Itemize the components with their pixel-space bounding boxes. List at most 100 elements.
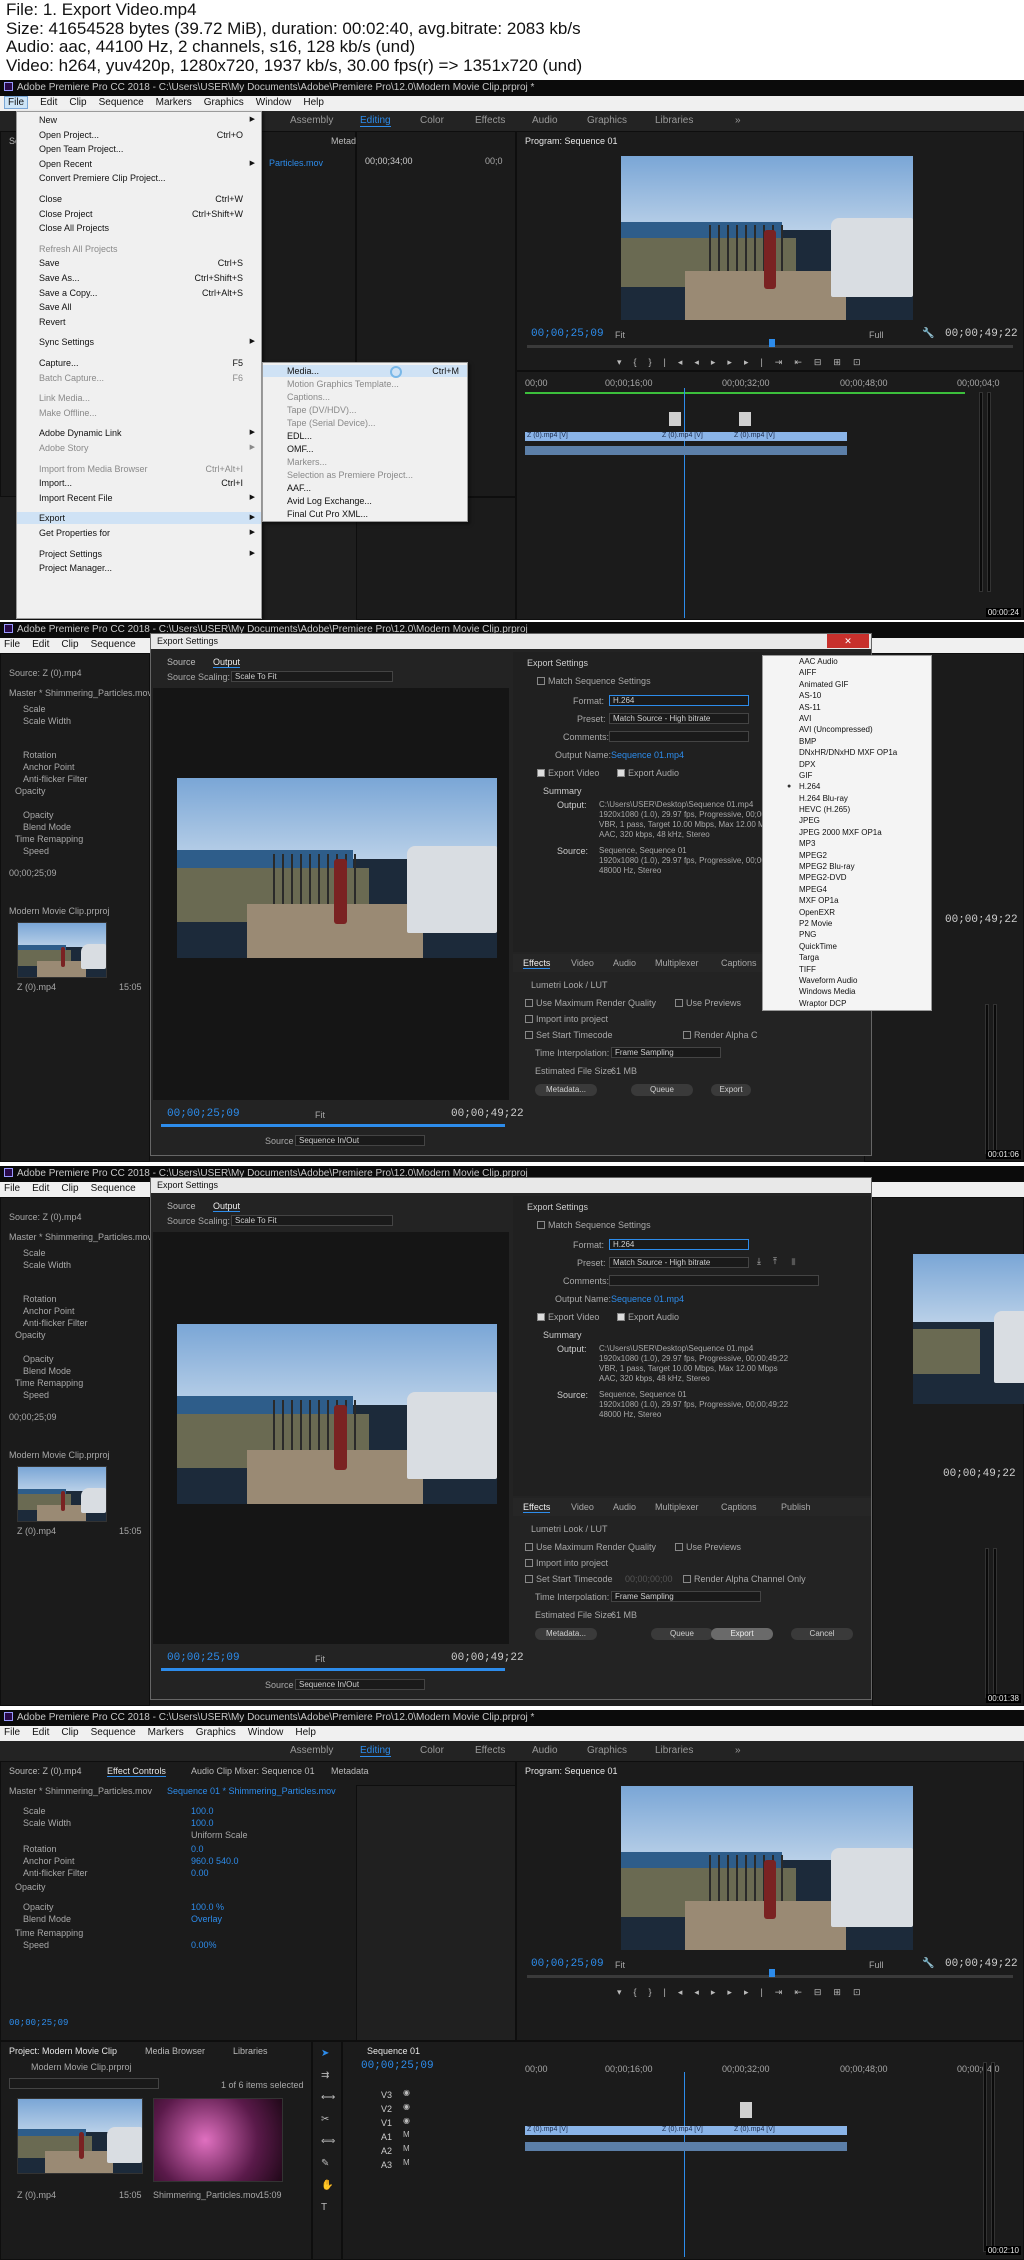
- workspace-audio[interactable]: Audio: [532, 115, 558, 126]
- tab-source[interactable]: Source: [167, 1201, 196, 1211]
- use-previews-checkbox[interactable]: Use Previews: [675, 1542, 741, 1552]
- program-current-timecode[interactable]: 00;00;25;09: [531, 1958, 604, 1970]
- format-option[interactable]: Targa: [781, 952, 931, 963]
- file-menu-item[interactable]: Close Ctrl+W: [17, 193, 261, 205]
- export-menu-item[interactable]: Avid Log Exchange...: [263, 495, 467, 507]
- tab-multiplexer[interactable]: Multiplexer: [655, 958, 699, 968]
- file-menu-item[interactable]: Close All Projects: [17, 222, 261, 234]
- file-menu-item[interactable]: Refresh All Projects: [17, 243, 261, 255]
- render-alpha-checkbox[interactable]: Render Alpha C: [683, 1030, 758, 1040]
- export-fit-select[interactable]: Fit: [315, 1110, 325, 1120]
- menu-window[interactable]: Window: [248, 1727, 284, 1738]
- export-menu-item[interactable]: EDL...: [263, 430, 467, 442]
- workspace-assembly[interactable]: Assembly: [290, 115, 333, 126]
- menu-sequence[interactable]: Sequence: [91, 1727, 136, 1738]
- file-menu-item[interactable]: Import... Ctrl+I: [17, 477, 261, 489]
- export-menu-item[interactable]: Tape (DV/HDV)...: [263, 404, 467, 416]
- render-alpha-checkbox[interactable]: Render Alpha Channel Only: [683, 1574, 806, 1584]
- bg-thumbnail[interactable]: [17, 1466, 107, 1522]
- format-option[interactable]: JPEG: [781, 815, 931, 826]
- import-preset-icon[interactable]: ⤒: [773, 1256, 777, 1267]
- transport-controls[interactable]: ▾{}|◂◂▸▸▸|⇥⇤⊟⊞⊡: [617, 1987, 917, 1999]
- program-resolution-select[interactable]: Full: [869, 1960, 884, 1970]
- menu-clip[interactable]: Clip: [61, 639, 78, 650]
- wrench-icon[interactable]: 🔧: [922, 1958, 934, 1969]
- source-tab[interactable]: Source: Z (0).mp4: [9, 1766, 82, 1776]
- format-option[interactable]: MPEG4: [781, 884, 931, 895]
- export-button[interactable]: Export: [711, 1084, 751, 1096]
- format-select[interactable]: H.264: [609, 695, 749, 706]
- type-tool-icon[interactable]: T: [321, 2202, 327, 2213]
- tab-output[interactable]: Output: [213, 1201, 241, 1212]
- menu-window[interactable]: Window: [256, 97, 292, 108]
- export-video-checkbox[interactable]: Export Video: [537, 768, 599, 778]
- export-menu-item[interactable]: OMF...: [263, 443, 467, 455]
- export-audio-checkbox[interactable]: Export Audio: [617, 1312, 679, 1322]
- file-menu-item[interactable]: Open Project... Ctrl+O: [17, 129, 261, 141]
- sequence-clip-label[interactable]: Sequence 01 * Shimmering_Particles.mov: [167, 1786, 336, 1796]
- menu-edit[interactable]: Edit: [32, 1183, 49, 1194]
- tab-video[interactable]: Video: [571, 1502, 594, 1512]
- menu-edit[interactable]: Edit: [32, 1727, 49, 1738]
- import-into-project-checkbox[interactable]: Import into project: [525, 1558, 608, 1568]
- file-menu-item[interactable]: Import Recent File ▶: [17, 492, 261, 504]
- format-option[interactable]: PNG: [781, 929, 931, 940]
- format-option[interactable]: AVI: [781, 713, 931, 724]
- tab-video[interactable]: Video: [571, 958, 594, 968]
- queue-button[interactable]: Queue: [631, 1084, 693, 1096]
- use-max-render-checkbox[interactable]: Use Maximum Render Quality: [525, 998, 656, 1008]
- export-menu-item[interactable]: Tape (Serial Device)...: [263, 417, 467, 429]
- workspace-color[interactable]: Color: [420, 115, 444, 126]
- workspace-assembly[interactable]: Assembly: [290, 1745, 333, 1756]
- output-name-link[interactable]: Sequence 01.mp4: [611, 750, 684, 760]
- tab-effects[interactable]: Effects: [523, 958, 551, 969]
- video-clip-2[interactable]: Z (0).mp4 [V]: [660, 2126, 732, 2135]
- menu-sequence[interactable]: Sequence: [99, 97, 144, 108]
- lumetri-section[interactable]: Lumetri Look / LUT: [531, 1524, 608, 1534]
- menu-sequence[interactable]: Sequence: [91, 639, 136, 650]
- lumetri-section[interactable]: Lumetri Look / LUT: [531, 980, 608, 990]
- workspace-effects[interactable]: Effects: [475, 115, 505, 126]
- format-option[interactable]: Animated GIF: [781, 679, 931, 690]
- transport-controls[interactable]: ▾{}|◂◂▸▸▸|⇥⇤⊟⊞⊡: [617, 357, 917, 369]
- project-item-thumb-2[interactable]: [153, 2098, 283, 2182]
- project-item-thumb-1[interactable]: [17, 2098, 143, 2174]
- set-start-timecode-checkbox[interactable]: Set Start Timecode: [525, 1030, 613, 1040]
- match-sequence-checkbox[interactable]: Match Sequence Settings: [537, 1220, 651, 1230]
- menu-edit[interactable]: Edit: [40, 97, 57, 108]
- menu-sequence[interactable]: Sequence: [91, 1183, 136, 1194]
- source-range-select[interactable]: Sequence In/Out: [295, 1679, 425, 1690]
- file-menu-item[interactable]: Open Recent ▶: [17, 158, 261, 170]
- format-option[interactable]: BMP: [781, 736, 931, 747]
- format-option[interactable]: H.264 Blu-ray: [781, 793, 931, 804]
- preset-select[interactable]: Match Source - High bitrate: [609, 1257, 749, 1268]
- queue-button[interactable]: Queue: [651, 1628, 713, 1640]
- format-option[interactable]: Waveform Audio: [781, 975, 931, 986]
- effect-property-value[interactable]: 0.0: [191, 1844, 204, 1854]
- format-option[interactable]: AVI (Uncompressed): [781, 724, 931, 735]
- export-range-bar[interactable]: [161, 1124, 505, 1127]
- selection-tool-icon[interactable]: ➤: [321, 2048, 329, 2059]
- export-audio-checkbox[interactable]: Export Audio: [617, 768, 679, 778]
- track-header[interactable]: A2: [381, 2146, 392, 2156]
- ripple-edit-tool-icon[interactable]: ⟷: [321, 2092, 335, 2103]
- tab-multiplexer[interactable]: Multiplexer: [655, 1502, 699, 1512]
- file-menu-item[interactable]: Project Settings ▶: [17, 548, 261, 560]
- menu-help[interactable]: Help: [295, 1727, 316, 1738]
- import-into-project-checkbox[interactable]: Import into project: [525, 1014, 608, 1024]
- program-resolution-select[interactable]: Full: [869, 330, 884, 340]
- file-menu-item[interactable]: Convert Premiere Clip Project...: [17, 172, 261, 184]
- file-menu-item[interactable]: Adobe Dynamic Link ▶: [17, 427, 261, 439]
- dialog-close-button[interactable]: ✕: [827, 634, 869, 648]
- format-option[interactable]: Wraptor DCP: [781, 998, 931, 1009]
- menu-file[interactable]: File: [4, 639, 20, 650]
- format-option[interactable]: GIF: [781, 770, 931, 781]
- format-option[interactable]: DNxHR/DNxHD MXF OP1a: [781, 747, 931, 758]
- format-option[interactable]: AS-11: [781, 702, 931, 713]
- workspace-libraries[interactable]: Libraries: [655, 1745, 693, 1756]
- format-option[interactable]: DPX: [781, 759, 931, 770]
- format-option[interactable]: MPEG2: [781, 850, 931, 861]
- format-option[interactable]: H.264: [781, 781, 931, 793]
- menu-clip[interactable]: Clip: [69, 97, 86, 108]
- ec-current-tc[interactable]: 00;00;25;09: [9, 2018, 68, 2028]
